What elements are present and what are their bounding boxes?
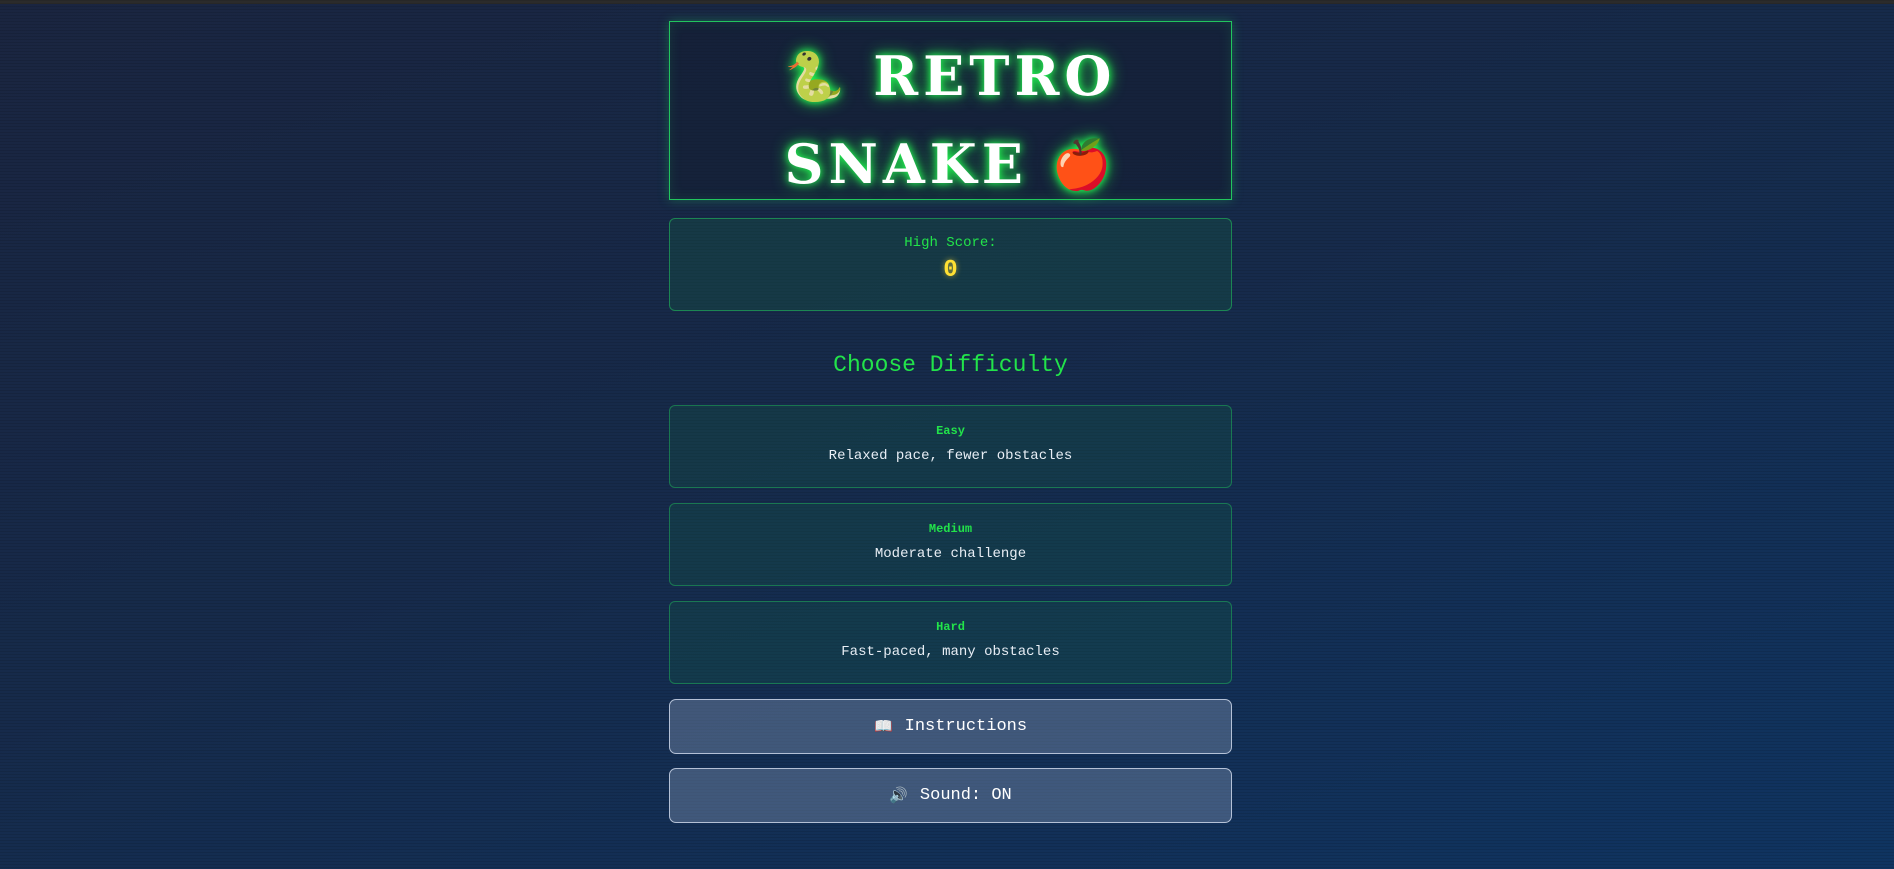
difficulty-medium-button[interactable]: Medium Moderate challenge [669, 503, 1232, 586]
instructions-label: Instructions [904, 717, 1028, 736]
difficulty-name: Medium [928, 522, 973, 536]
title-line-1: 🐍 RETRO [670, 32, 1231, 120]
difficulty-description: Relaxed pace, fewer obstacles [828, 448, 1073, 464]
high-score-value: 0 [943, 257, 958, 284]
title-word-snake: SNAKE [784, 132, 1028, 196]
difficulty-heading: Choose Difficulty [833, 352, 1068, 378]
game-title-panel: 🐍 RETRO SNAKE 🍎 [669, 21, 1232, 200]
apple-icon: 🍎 [1051, 136, 1117, 193]
difficulty-description: Fast-paced, many obstacles [841, 644, 1060, 660]
difficulty-list: Easy Relaxed pace, fewer obstacles Mediu… [669, 405, 1232, 684]
title-word-retro: RETRO [873, 44, 1117, 108]
sound-label: Sound: ON [919, 786, 1012, 805]
high-score-panel: High Score: 0 [669, 218, 1232, 311]
speaker-icon: 🔊 [889, 788, 908, 805]
difficulty-name: Easy [936, 424, 965, 438]
book-icon: 📖 [873, 719, 893, 736]
top-border [0, 0, 1894, 4]
instructions-button[interactable]: 📖 Instructions [669, 699, 1232, 754]
sound-toggle-button[interactable]: 🔊 Sound: ON [669, 768, 1232, 823]
difficulty-hard-button[interactable]: Hard Fast-paced, many obstacles [669, 601, 1232, 684]
difficulty-description: Moderate challenge [874, 546, 1027, 562]
snake-icon: 🐍 [784, 48, 850, 105]
difficulty-easy-button[interactable]: Easy Relaxed pace, fewer obstacles [669, 405, 1232, 488]
title-line-2: SNAKE 🍎 [670, 120, 1231, 208]
difficulty-name: Hard [936, 620, 965, 634]
main-menu: 🐍 RETRO SNAKE 🍎 High Score: 0 Choose Dif… [669, 21, 1232, 823]
high-score-label: High Score: [904, 235, 997, 251]
